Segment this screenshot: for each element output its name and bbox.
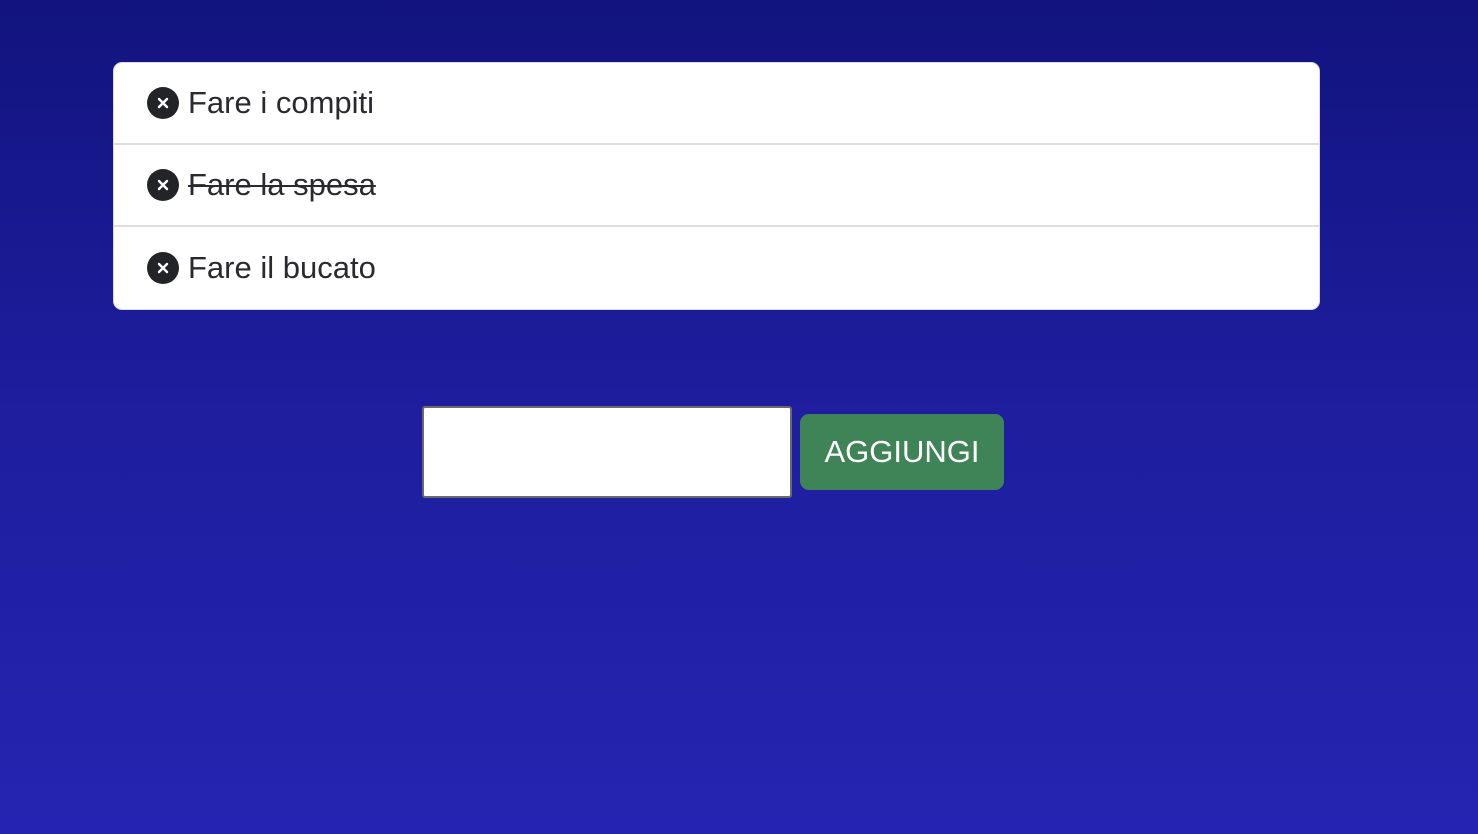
- new-todo-input[interactable]: [422, 406, 792, 498]
- todo-text[interactable]: Fare i compiti: [188, 85, 374, 121]
- todo-item: Fare il bucato: [114, 227, 1319, 309]
- todo-item: Fare i compiti: [114, 63, 1319, 145]
- remove-todo-icon[interactable]: [147, 87, 179, 119]
- todo-list: Fare i compiti Fare la spesa Fare il buc…: [113, 62, 1320, 310]
- remove-todo-icon[interactable]: [147, 169, 179, 201]
- todo-item: Fare la spesa: [114, 145, 1319, 227]
- add-todo-button[interactable]: AGGIUNGI: [800, 414, 1004, 490]
- close-icon: [157, 179, 169, 191]
- todo-text[interactable]: Fare il bucato: [188, 250, 376, 286]
- todo-text[interactable]: Fare la spesa: [188, 167, 376, 203]
- close-icon: [157, 97, 169, 109]
- remove-todo-icon[interactable]: [147, 252, 179, 284]
- close-icon: [157, 262, 169, 274]
